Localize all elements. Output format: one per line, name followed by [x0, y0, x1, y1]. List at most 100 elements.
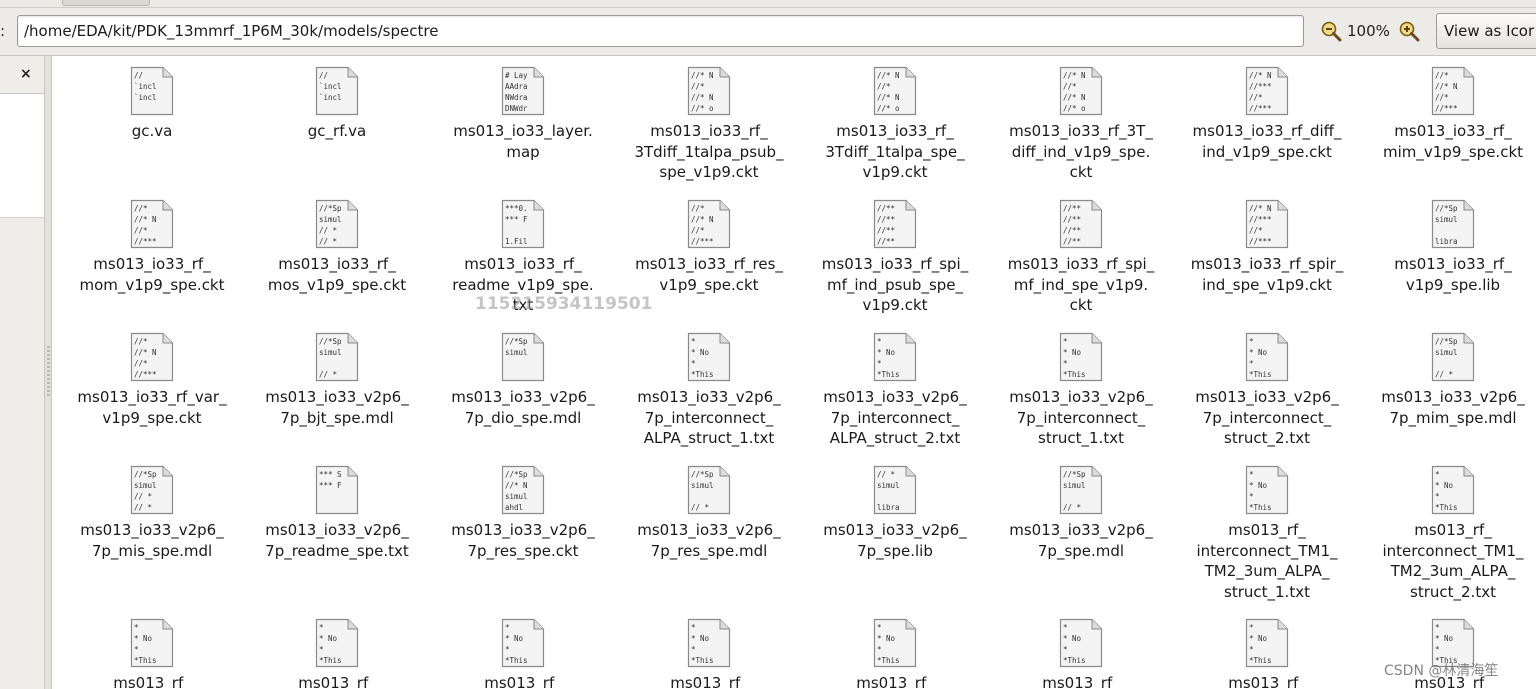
preview-line: //* N [505, 481, 528, 490]
file-name-line: TM2_3um_ALPA_ [1204, 562, 1330, 580]
preview-line: * [134, 623, 139, 632]
file-name-line: 7p_bjt_spe.mdl [280, 408, 394, 427]
text-file-icon[interactable]: *** S *** F [315, 465, 359, 515]
zoom-in-icon[interactable] [1398, 20, 1420, 42]
preview-line: //* [1435, 71, 1449, 80]
text-file-icon[interactable]: //* N //*** //* //*** [1245, 199, 1289, 249]
text-file-icon[interactable]: //** //** //** //** [1059, 199, 1103, 249]
preview-line: * [1249, 623, 1254, 632]
file-name: ms013_rf_ interconnect_TM1_ TM2_3um_ALPA_ s… [1179, 520, 1355, 602]
preview-line: //*** [1249, 237, 1272, 246]
text-file-icon[interactable]: // `incl `incl [315, 66, 359, 116]
text-file-icon[interactable]: ***0. *** F 1.Fil [501, 199, 545, 249]
file-name: ms013_io33_v2p6_ 7p_spe.lib [807, 520, 983, 561]
text-file-icon[interactable]: * * No * *This [1245, 332, 1289, 382]
text-file-icon[interactable]: //*Sp simul libra [1431, 199, 1475, 249]
file-name: ms013_rf_ [621, 673, 797, 689]
text-file-icon[interactable]: //* //* N //* //*** [1431, 66, 1475, 116]
preview-line: * [1249, 359, 1254, 368]
text-file-icon[interactable]: //* N //* //* N //* o [1059, 66, 1103, 116]
preview-line: *This [1063, 656, 1086, 665]
file-name: ms013_io33_rf_ mos_v1p9_spe.ckt [249, 254, 425, 295]
location-input[interactable]: /home/EDA/kit/PDK_13mmrf_1P6M_30k/models… [17, 15, 1304, 47]
file-icon-grid: // `incl `incl gc.va // `incl `incl gc_rf.va # L… [52, 56, 1536, 689]
preview-line: //*** [1249, 82, 1272, 91]
preview-line: * [691, 623, 696, 632]
text-file-icon[interactable]: // `incl `incl [130, 66, 174, 116]
text-file-icon[interactable]: * * No * *This [1245, 465, 1289, 515]
text-file-icon[interactable]: //*Sp //* N simul ahdl [501, 465, 545, 515]
preview-line: simul [1435, 215, 1458, 224]
view-as-icons-button[interactable]: View as Icor [1436, 13, 1536, 49]
file-name-line: 7p_interconnect_ [1016, 408, 1146, 427]
zoom-out-icon[interactable] [1320, 20, 1342, 42]
preview-line: //* o [877, 104, 900, 113]
preview-line: * [1435, 645, 1440, 654]
text-file-icon[interactable]: * * No * *This [315, 618, 359, 668]
preview-line: //* o [1063, 104, 1086, 113]
file-name-line: ms013_io33_v2p6_ [80, 521, 224, 539]
preview-line: *This [1063, 370, 1086, 379]
text-file-icon[interactable]: //*Sp simul // * [1431, 332, 1475, 382]
sidebar-panel [0, 94, 44, 218]
text-file-icon[interactable]: * * No * *This [1245, 618, 1289, 668]
toolbar-tab-edge[interactable] [62, 0, 150, 6]
file-name: ms013_io33_rf_var_ v1p9_spe.ckt [64, 387, 240, 428]
preview-line: simul [505, 348, 528, 357]
pane-grip-handle[interactable] [47, 346, 50, 396]
preview-line: *** F [319, 481, 342, 490]
text-file-icon[interactable]: //*Sp simul // * // * [130, 465, 174, 515]
text-file-icon[interactable]: //* //* N //* //*** [687, 199, 731, 249]
preview-line: * [1435, 470, 1440, 479]
preview-line: simul [877, 481, 900, 490]
view-as-label: View as Icor [1444, 22, 1535, 40]
text-file-icon[interactable]: // * simul libra [873, 465, 917, 515]
text-file-icon[interactable]: //*Sp simul // * [315, 332, 359, 382]
text-file-icon[interactable]: //*Sp simul // * // * [315, 199, 359, 249]
file-name-line: ALPA_struct_2.txt [829, 429, 961, 447]
preview-line: //* N [877, 93, 900, 102]
file-name-line: v1p9_spe.ckt [659, 275, 759, 294]
text-file-icon[interactable]: //* N //* //* N //* o [687, 66, 731, 116]
text-file-icon[interactable]: * * No * *This [687, 332, 731, 382]
file-name: ms013_io33_v2p6_ 7p_dio_spe.mdl [435, 387, 611, 428]
pane-separator[interactable] [44, 56, 52, 689]
text-file-icon[interactable]: * * No * *This [873, 618, 917, 668]
preview-line: //*** [134, 237, 157, 246]
text-file-icon[interactable]: //*Sp simul [501, 332, 545, 382]
text-file-icon[interactable]: //** //** //** //** [873, 199, 917, 249]
text-file-icon[interactable]: * * No * *This [130, 618, 174, 668]
text-file-icon[interactable]: //* //* N //* //*** [130, 332, 174, 382]
file-name-line: ms013_rf_ [1042, 674, 1120, 689]
text-file-icon[interactable]: # Lay AAdra NWdra DNWdr [501, 66, 545, 116]
text-file-icon[interactable]: //*Sp simul // * [1059, 465, 1103, 515]
close-icon[interactable]: × [20, 66, 32, 82]
text-file-icon[interactable]: //*Sp simul // * [687, 465, 731, 515]
file-name: ms013_io33_rf_ 3Tdiff_1talpa_spe_ v1p9.ckt [807, 121, 983, 183]
file-name-line: ms013_io33_rf_spir_ [1190, 255, 1344, 273]
location-toolbar: : /home/EDA/kit/PDK_13mmrf_1P6M_30k/mode… [0, 8, 1536, 56]
zoom-level: 100% [1347, 22, 1390, 40]
text-file-icon[interactable]: * * No * *This [1431, 465, 1475, 515]
text-file-icon[interactable]: //* //* N //* //*** [130, 199, 174, 249]
preview-line: //* [1249, 93, 1263, 102]
text-file-icon[interactable]: //* N //*** //* //*** [1245, 66, 1289, 116]
file-name-line: ckt [1069, 163, 1093, 181]
file-name-line: ind_spe_v1p9.ckt [1202, 275, 1332, 294]
file-name-line: diff_ind_v1p9_spe. [1011, 142, 1151, 161]
preview-line: // * [877, 470, 895, 479]
top-strip [0, 0, 1536, 8]
text-file-icon[interactable]: * * No * *This [1059, 618, 1103, 668]
text-file-icon[interactable]: * * No * *This [687, 618, 731, 668]
text-file-icon[interactable]: * * No * *This [873, 332, 917, 382]
file-name: ms013_io33_v2p6_ 7p_interconnect_ ALPA_str… [807, 387, 983, 449]
file-name-line: ms013_io33_rf_spi_ [821, 255, 969, 273]
location-path[interactable]: /home/EDA/kit/PDK_13mmrf_1P6M_30k/models… [24, 22, 438, 40]
file-name-line: ckt [1069, 296, 1093, 314]
text-file-icon[interactable]: //* N //* //* N //* o [873, 66, 917, 116]
text-file-icon[interactable]: * * No * *This [1059, 332, 1103, 382]
preview-line: *This [1249, 370, 1272, 379]
file-name: ms013_io33_v2p6_ 7p_readme_spe.txt [249, 520, 425, 561]
text-file-icon[interactable]: * * No * *This [501, 618, 545, 668]
file-name-line: 3Tdiff_1talpa_psub_ [634, 142, 784, 161]
